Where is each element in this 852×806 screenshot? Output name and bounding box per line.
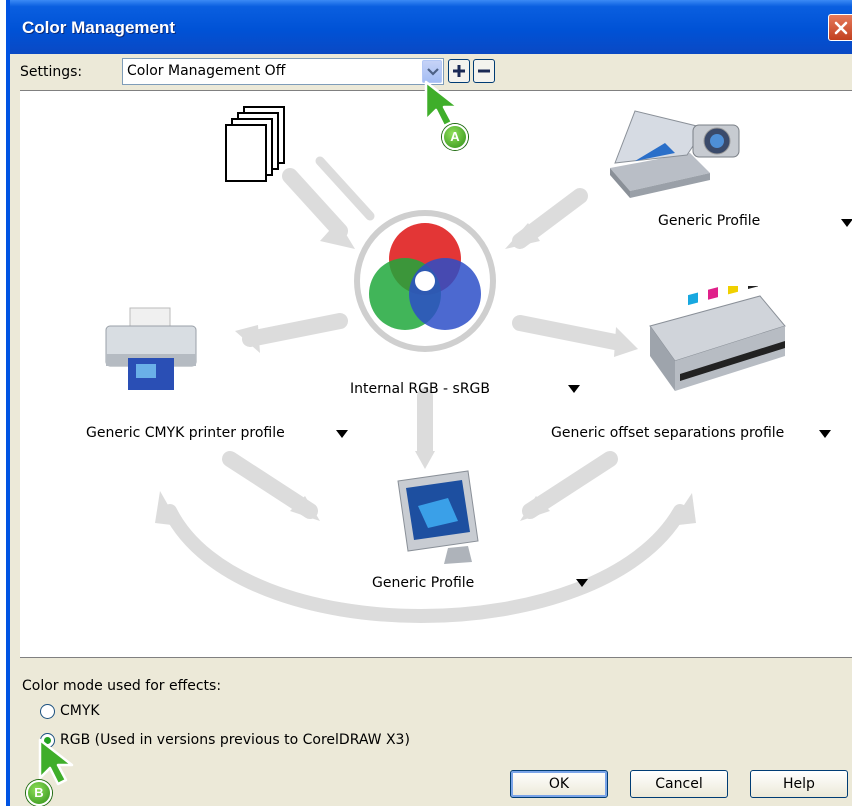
window-title: Color Management	[22, 18, 176, 37]
rgb-radio-label[interactable]: RGB (Used in versions previous to CorelD…	[60, 732, 410, 748]
callout-b-badge: B	[26, 780, 52, 806]
cmyk-radio[interactable]	[40, 704, 55, 719]
scanner-profile-dropdown-icon[interactable]	[841, 219, 852, 227]
color-workflow-diagram: Generic Profile Internal RGB - sRGB Gene…	[20, 90, 852, 658]
cancel-button[interactable]: Cancel	[630, 770, 728, 798]
offset-profile-dropdown-icon[interactable]	[819, 430, 831, 438]
settings-selected-value: Color Management Off	[127, 63, 286, 79]
settings-label: Settings:	[20, 64, 83, 80]
offset-press-icon	[640, 276, 790, 400]
remove-settings-button[interactable]	[473, 59, 495, 83]
ok-button[interactable]: OK	[510, 770, 608, 798]
documents-icon	[224, 105, 288, 189]
scanner-profile-label: Generic Profile	[658, 213, 761, 229]
printer-profile-dropdown-icon[interactable]	[336, 430, 348, 438]
plus-icon	[453, 65, 465, 77]
callout-a-badge: A	[442, 124, 468, 150]
internal-profile-label: Internal RGB - sRGB	[350, 381, 491, 397]
title-bar: Color Management	[10, 0, 852, 54]
scanner-camera-icon	[605, 103, 745, 202]
close-button[interactable]	[828, 14, 852, 41]
printer-icon	[102, 306, 202, 400]
offset-profile-label: Generic offset separations profile	[551, 425, 785, 441]
effects-mode-label: Color mode used for effects:	[22, 678, 222, 694]
settings-dropdown[interactable]: Color Management Off	[122, 58, 444, 85]
monitor-icon	[388, 466, 488, 570]
monitor-profile-dropdown-icon[interactable]	[576, 579, 588, 587]
close-icon	[834, 21, 848, 35]
chevron-down-icon	[427, 68, 439, 76]
minus-icon	[478, 69, 490, 73]
internal-profile-dropdown-icon[interactable]	[568, 385, 580, 393]
cmyk-radio-label[interactable]: CMYK	[60, 703, 100, 719]
printer-profile-label: Generic CMYK printer profile	[86, 425, 285, 441]
monitor-profile-label: Generic Profile	[372, 575, 475, 591]
help-button[interactable]: Help	[750, 770, 848, 798]
